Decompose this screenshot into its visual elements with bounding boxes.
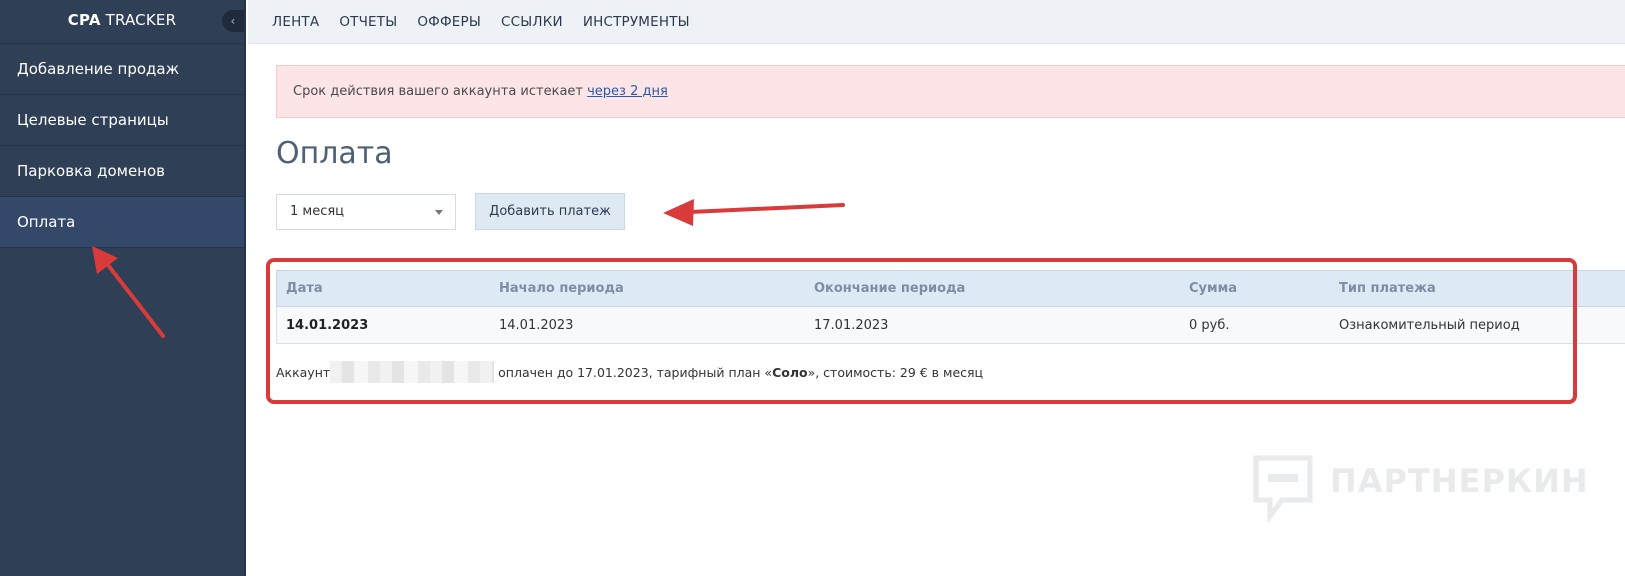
caret-down-icon (435, 210, 443, 215)
page-title: Оплата (276, 136, 393, 171)
logo-bold: CPA (67, 11, 101, 29)
add-payment-button[interactable]: Добавить платеж (475, 193, 625, 230)
sidebar: CPA TRACKER ‹ Добавление продаж Целевые … (0, 0, 246, 576)
arrow-to-add-button (663, 199, 845, 226)
watermark-text: ПАРТНЕРКИН (1330, 462, 1589, 500)
topnav-item-links[interactable]: ССЫЛКИ (501, 14, 563, 30)
topnav-item-tools[interactable]: ИНСТРУМЕНТЫ (583, 14, 690, 30)
period-select[interactable]: 1 месяц (276, 194, 456, 230)
alert-text: Срок действия вашего аккаунта истекает (293, 84, 588, 99)
topnav-item-reports[interactable]: ОТЧЕТЫ (339, 14, 397, 30)
logo-text: TRACKER (105, 11, 177, 29)
expiry-alert: Срок действия вашего аккаунта истекает ч… (276, 65, 1625, 118)
period-select-value: 1 месяц (290, 204, 345, 219)
alert-days-link[interactable]: через 2 дня (587, 84, 668, 99)
sidebar-item-landing-pages[interactable]: Целевые страницы (0, 95, 244, 146)
collapse-sidebar-icon[interactable]: ‹ (222, 10, 244, 32)
sidebar-item-domain-parking[interactable]: Парковка доменов (0, 146, 244, 197)
sidebar-item-payment[interactable]: Оплата (0, 197, 244, 248)
topnav-item-offers[interactable]: ОФФЕРЫ (417, 14, 481, 30)
topnav-item-feed[interactable]: ЛЕНТА (272, 14, 319, 30)
sidebar-item-add-sales[interactable]: Добавление продаж (0, 44, 244, 95)
top-nav: ЛЕНТА ОТЧЕТЫ ОФФЕРЫ ССЫЛКИ ИНСТРУМЕНТЫ (248, 0, 1625, 44)
app-logo[interactable]: CPA TRACKER ‹ (0, 0, 244, 44)
annotation-highlight-box (266, 258, 1577, 404)
watermark: ПАРТНЕРКИН (1250, 452, 1590, 522)
watermark-logo-icon (1253, 455, 1313, 522)
